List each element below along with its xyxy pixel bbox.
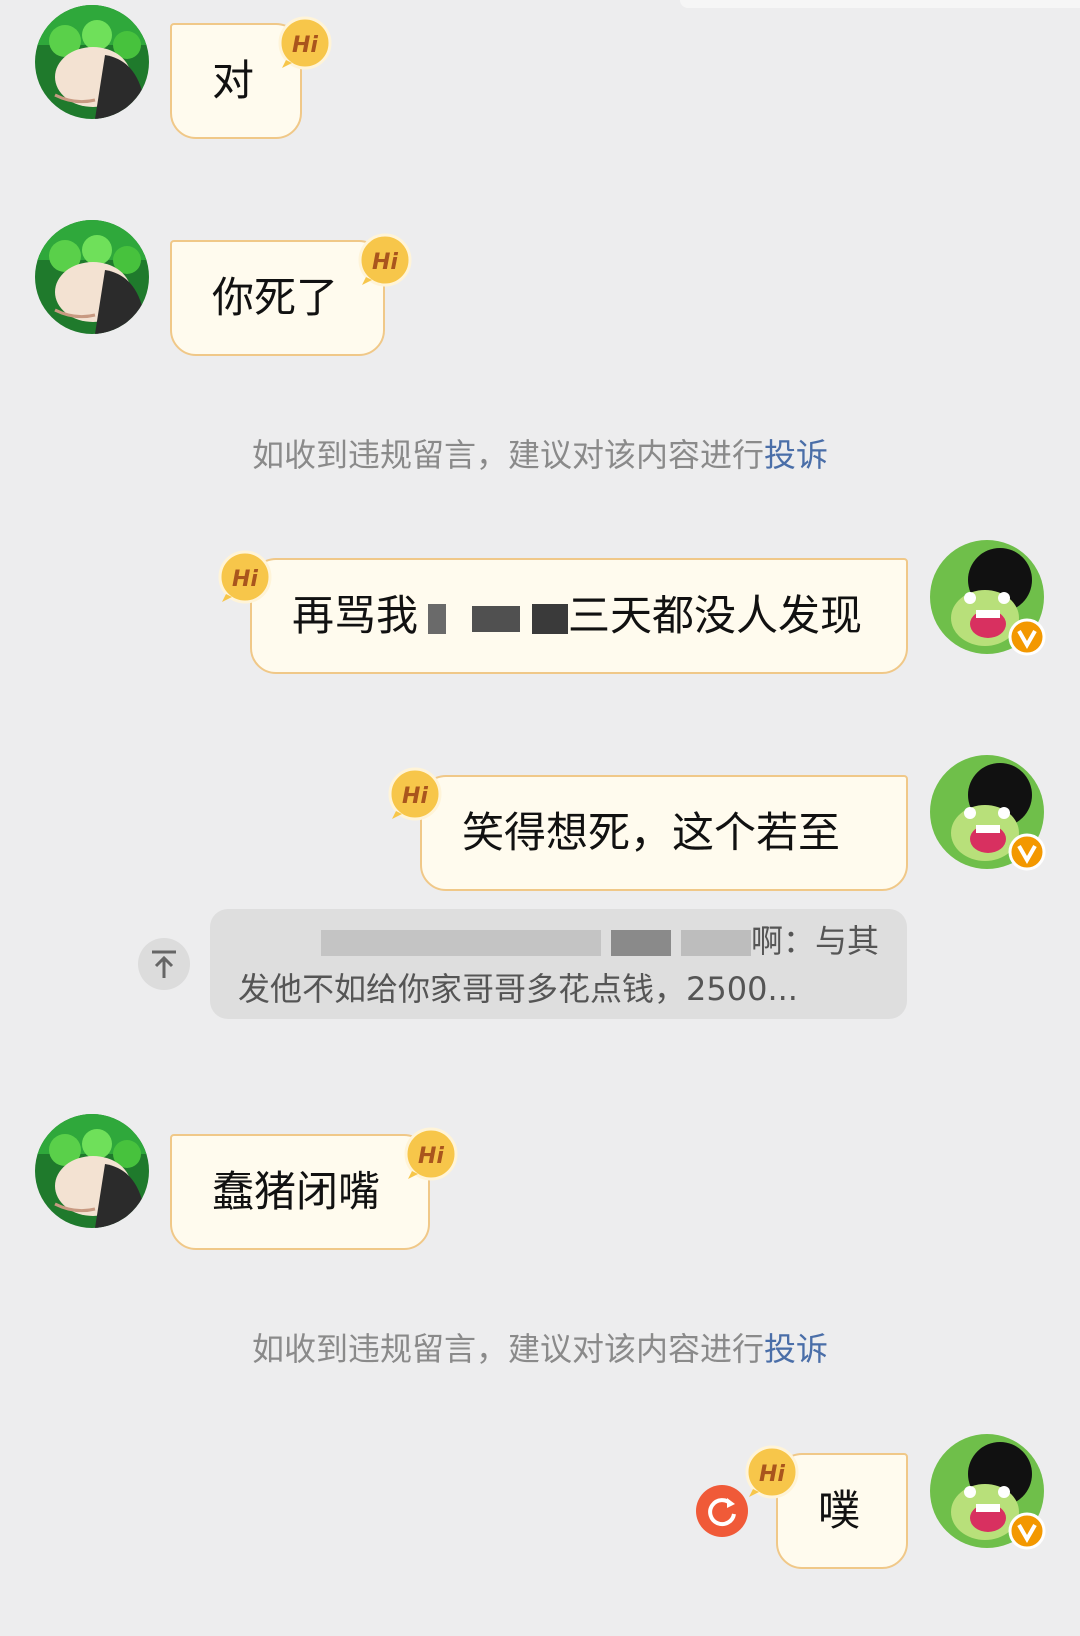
notice-text: 如收到违规留言，建议对该内容进行 <box>251 1330 764 1368</box>
verified-icon <box>1008 833 1046 871</box>
pixelated-mask <box>320 930 601 956</box>
pixelated-mask <box>428 603 447 634</box>
avatar-image <box>35 5 149 119</box>
quote-text-1: 啊：与其 <box>750 922 879 960</box>
message-bubble[interactable]: 笑得想死，这个若至 <box>420 775 908 891</box>
quoted-message[interactable]: 啊：与其 发他不如给你家哥哥多花点钱，2500... <box>210 909 907 1019</box>
sender-avatar[interactable] <box>35 5 149 119</box>
message-text-end: 三天都没人发现 <box>568 591 863 640</box>
quote-text-2: 发他不如给你家哥哥多花点钱，2500... <box>238 970 798 1008</box>
message-text: 你死了 <box>212 273 339 322</box>
message-text-start: 再骂我 <box>292 591 419 640</box>
notice-text: 如收到违规留言，建议对该内容进行 <box>251 436 764 474</box>
hi-badge-icon <box>218 550 272 604</box>
hi-badge-icon <box>404 1127 458 1181</box>
message-text: 笑得想死，这个若至 <box>462 808 841 857</box>
hi-badge-icon <box>388 767 442 821</box>
collapse-arrow-icon <box>152 950 176 978</box>
avatar-image <box>35 220 149 334</box>
hi-badge-icon <box>745 1445 799 1499</box>
message-bubble[interactable]: 再骂我 三天都没人发现 <box>250 558 908 674</box>
top-edge-panel <box>680 0 1080 8</box>
pixelated-mask <box>680 930 751 956</box>
sender-avatar[interactable] <box>35 220 149 334</box>
pixelated-mask <box>532 603 569 634</box>
verified-icon <box>1008 618 1046 656</box>
collapse-quote-button[interactable] <box>138 938 190 990</box>
verified-icon <box>1008 1512 1046 1550</box>
pixelated-mask <box>610 930 671 956</box>
resend-button[interactable] <box>695 1484 749 1538</box>
sender-avatar[interactable] <box>35 1114 149 1228</box>
message-text: 对 <box>212 56 255 105</box>
quote-line-1: 啊：与其 <box>238 917 879 965</box>
report-link[interactable]: 投诉 <box>764 1330 828 1368</box>
message-bubble[interactable]: 蠢猪闭嘴 <box>170 1134 430 1250</box>
hi-badge-icon <box>358 233 412 287</box>
report-notice: 如收到违规留言，建议对该内容进行投诉 <box>0 1324 1080 1370</box>
message-text: 蠢猪闭嘴 <box>212 1167 381 1216</box>
pixelated-mask <box>472 605 521 632</box>
message-text: 噗 <box>818 1486 861 1535</box>
report-notice: 如收到违规留言，建议对该内容进行投诉 <box>0 430 1080 476</box>
message-bubble[interactable]: 你死了 <box>170 240 385 356</box>
report-link[interactable]: 投诉 <box>764 436 828 474</box>
hi-badge-icon <box>278 16 332 70</box>
retry-icon <box>696 1485 748 1537</box>
avatar-image <box>35 1114 149 1228</box>
